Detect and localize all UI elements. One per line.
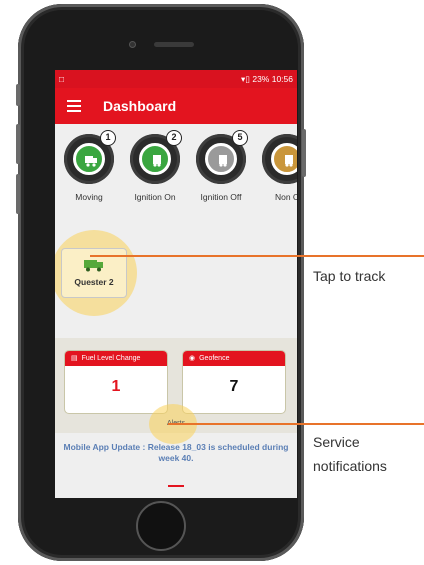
status-count-badge: 2 xyxy=(166,130,182,146)
truck-icon xyxy=(282,154,293,167)
status-moving[interactable]: 1 Moving xyxy=(57,130,121,202)
app-bar: Dashboard xyxy=(55,88,297,124)
page-title: Dashboard xyxy=(103,98,177,114)
volume-up-button xyxy=(16,124,20,164)
truck-icon xyxy=(83,258,105,272)
status-label: Moving xyxy=(75,192,103,202)
tyre-icon: 1 xyxy=(64,130,116,184)
status-ignition-off[interactable]: 5 Ignition Off xyxy=(189,130,253,202)
app-screen: □ ▾▯ 23% 10:56 Dashboard 1 Moving 2 Igni… xyxy=(55,70,297,498)
tyre-icon: 5 xyxy=(196,130,248,184)
phone-frame: □ ▾▯ 23% 10:56 Dashboard 1 Moving 2 Igni… xyxy=(16,4,306,561)
status-label: Ignition On xyxy=(134,192,176,202)
location-pin-icon: ◉ xyxy=(189,355,196,362)
alert-card-geofence[interactable]: ◉ Geofence 7 xyxy=(182,350,286,414)
fuel-icon: ▤ xyxy=(71,355,78,362)
status-label: Non C xyxy=(274,192,297,202)
page-indicator xyxy=(168,485,184,487)
alert-value: 7 xyxy=(229,378,239,395)
alert-value: 1 xyxy=(111,378,121,395)
truck-icon xyxy=(150,154,161,167)
tyre-icon: 2 xyxy=(130,130,182,184)
alerts-panel: ▤Fuel Level Change 1 ◉Geofence 7 Alerts xyxy=(55,338,297,444)
status-ignition-on[interactable]: 2 Ignition On xyxy=(123,130,187,202)
home-button[interactable] xyxy=(136,501,186,551)
vehicle-status-row: 1 Moving 2 Ignition On 5 Ignition Off No… xyxy=(55,130,297,219)
earpiece-speaker xyxy=(154,42,194,47)
volume-down-button xyxy=(16,174,20,214)
status-bar-right-text: 23% 10:56 xyxy=(252,74,293,84)
callout-service-line2: notifications xyxy=(313,458,387,474)
alert-title: Fuel Level Change xyxy=(81,355,141,362)
vehicle-name: Quester 2 xyxy=(74,277,114,287)
status-label: Ignition Off xyxy=(200,192,242,202)
alert-title: Geofence xyxy=(199,355,230,362)
truck-icon xyxy=(216,154,227,167)
status-bar: □ ▾▯ 23% 10:56 xyxy=(55,70,297,88)
notification-icon: □ xyxy=(59,74,65,84)
status-count-badge: 1 xyxy=(100,130,116,146)
update-notification: Mobile App Update : Release 18_03 is sch… xyxy=(63,442,289,463)
wifi-signal-icon: ▾▯ xyxy=(241,74,253,84)
power-button xyxy=(302,129,306,177)
tyre-icon xyxy=(262,134,297,184)
front-camera xyxy=(129,41,136,48)
alert-card-fuel[interactable]: ▤ Fuel Level Change 1 xyxy=(64,350,168,414)
mute-switch xyxy=(16,84,20,106)
status-count-badge: 5 xyxy=(232,130,248,146)
truck-icon xyxy=(84,154,97,167)
callout-line-track xyxy=(90,255,424,257)
callout-track-label: Tap to track xyxy=(313,268,386,284)
callout-line-service xyxy=(168,423,424,425)
status-non-communicating[interactable]: Non C xyxy=(255,134,297,202)
callout-service-line1: Service xyxy=(313,434,360,450)
hamburger-icon[interactable] xyxy=(67,100,81,112)
